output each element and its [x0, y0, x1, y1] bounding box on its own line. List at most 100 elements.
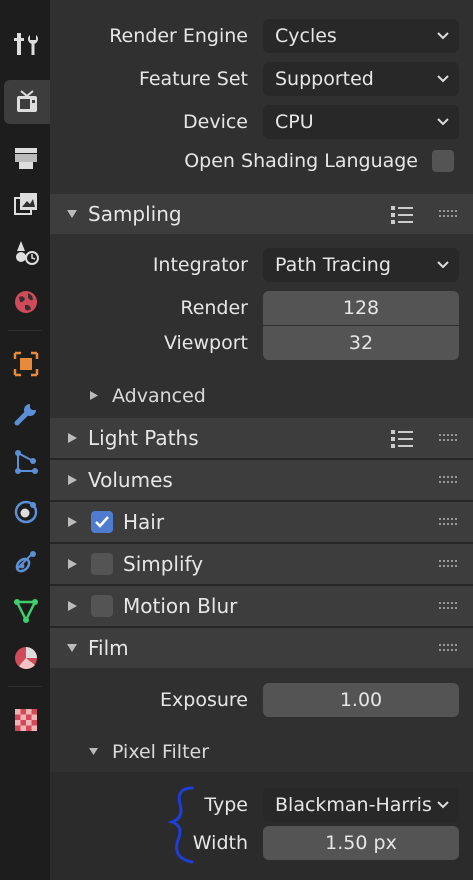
render-samples-field[interactable]: 128 — [263, 291, 459, 325]
volumes-title: Volumes — [88, 468, 173, 492]
hair-checkbox[interactable] — [91, 511, 113, 533]
hair-title: Hair — [123, 510, 165, 534]
material-icon — [15, 647, 37, 669]
tool-icon — [14, 33, 38, 55]
checkmark-icon — [95, 516, 109, 528]
texture-icon — [15, 709, 37, 731]
output-icon — [15, 148, 37, 169]
drag-handle-icon[interactable] — [439, 644, 459, 652]
feature-set-value: Supported — [275, 68, 374, 90]
collapsed-triangle-icon — [68, 433, 77, 443]
collapsed-triangle-icon — [68, 475, 77, 485]
feature-set-dropdown[interactable]: Supported — [263, 62, 459, 96]
sampling-title: Sampling — [88, 202, 182, 226]
osl-checkbox[interactable] — [432, 150, 454, 172]
presets-list-icon[interactable] — [389, 203, 415, 227]
light-paths-panel-header[interactable]: Light Paths — [50, 418, 473, 458]
chevron-down-icon — [437, 118, 449, 126]
pixel-filter-subpanel-header[interactable]: Pixel Filter — [50, 734, 473, 770]
tab-material[interactable] — [4, 636, 48, 680]
advanced-label: Advanced — [112, 385, 206, 407]
collapsed-triangle-icon — [68, 559, 77, 569]
drag-handle-icon[interactable] — [439, 210, 459, 218]
volumes-panel-header[interactable]: Volumes — [50, 460, 473, 500]
filter-type-value: Blackman-Harris — [275, 794, 432, 816]
motion-blur-panel-header[interactable]: Motion Blur — [50, 586, 473, 626]
render-samples-label: Render — [180, 297, 248, 319]
drag-handle-icon[interactable] — [439, 602, 459, 610]
filter-type-label: Type — [204, 794, 248, 816]
tab-constraints[interactable] — [4, 540, 48, 584]
object-icon — [13, 351, 39, 377]
tab-render[interactable] — [4, 80, 50, 124]
pixel-filter-label: Pixel Filter — [112, 741, 210, 763]
data-icon — [14, 599, 38, 623]
integrator-label: Integrator — [152, 254, 248, 276]
expanded-triangle-icon — [89, 748, 98, 755]
collapsed-triangle-icon — [68, 601, 77, 611]
expanded-triangle-icon — [67, 644, 77, 652]
simplify-title: Simplify — [123, 552, 204, 576]
advanced-subpanel-header[interactable]: Advanced — [50, 378, 473, 414]
viewport-samples-field[interactable]: 32 — [263, 326, 459, 360]
chevron-down-icon — [437, 801, 449, 809]
osl-label: Open Shading Language — [184, 150, 418, 172]
render-engine-label: Render Engine — [109, 25, 248, 47]
tab-scene[interactable] — [4, 230, 48, 274]
scene-icon — [16, 241, 39, 265]
exposure-label: Exposure — [160, 689, 248, 711]
tab-output[interactable] — [4, 136, 48, 180]
world-icon — [15, 291, 37, 313]
filter-type-dropdown[interactable]: Blackman-Harris — [263, 788, 459, 822]
physics-icon — [14, 500, 38, 524]
film-title: Film — [88, 636, 129, 660]
integrator-dropdown[interactable]: Path Tracing — [263, 248, 459, 282]
tab-tool[interactable] — [4, 22, 48, 66]
tab-physics[interactable] — [4, 490, 48, 534]
annotation-brace — [167, 786, 194, 864]
drag-handle-icon[interactable] — [439, 518, 459, 526]
tab-particles[interactable] — [4, 440, 48, 484]
integrator-value: Path Tracing — [275, 254, 391, 276]
view-layer-icon — [14, 193, 37, 215]
motion-blur-title: Motion Blur — [123, 594, 238, 618]
viewport-samples-label: Viewport — [163, 332, 248, 354]
collapsed-triangle-icon — [68, 517, 77, 527]
tab-view-layer[interactable] — [4, 182, 48, 226]
exposure-field[interactable]: 1.00 — [263, 683, 459, 717]
drag-handle-icon[interactable] — [439, 434, 459, 442]
render-samples-value: 128 — [342, 297, 380, 319]
filter-width-field[interactable]: 1.50 px — [263, 826, 459, 860]
simplify-panel-header[interactable]: Simplify — [50, 544, 473, 584]
sampling-panel-header[interactable]: Sampling — [50, 194, 473, 234]
tab-modifier[interactable] — [4, 392, 48, 436]
device-dropdown[interactable]: CPU — [263, 105, 459, 139]
tab-object[interactable] — [4, 342, 48, 386]
render-engine-dropdown[interactable]: Cycles — [263, 19, 459, 53]
render-icon — [17, 90, 37, 112]
chevron-down-icon — [437, 75, 449, 83]
film-panel-header[interactable]: Film — [50, 628, 473, 668]
tab-texture[interactable] — [4, 698, 48, 742]
render-engine-value: Cycles — [275, 25, 337, 47]
expanded-triangle-icon — [67, 210, 77, 218]
constraints-icon — [15, 551, 36, 573]
simplify-checkbox[interactable] — [91, 553, 113, 575]
presets-list-icon[interactable] — [389, 427, 415, 451]
modifier-icon — [14, 404, 36, 426]
hair-panel-header[interactable]: Hair — [50, 502, 473, 542]
drag-handle-icon[interactable] — [439, 476, 459, 484]
drag-handle-icon[interactable] — [439, 560, 459, 568]
tab-world[interactable] — [4, 280, 48, 324]
viewport-samples-value: 32 — [348, 332, 374, 354]
motion-blur-checkbox[interactable] — [91, 595, 113, 617]
collapsed-triangle-icon — [90, 391, 98, 400]
properties-tab-bar — [0, 0, 50, 880]
render-properties-panel: Render Engine Cycles Feature Set Support… — [50, 0, 473, 880]
light-paths-title: Light Paths — [88, 426, 199, 450]
device-value: CPU — [275, 111, 314, 133]
exposure-value: 1.00 — [339, 689, 383, 711]
chevron-down-icon — [437, 32, 449, 40]
feature-set-label: Feature Set — [138, 68, 248, 90]
tab-data[interactable] — [4, 588, 48, 632]
